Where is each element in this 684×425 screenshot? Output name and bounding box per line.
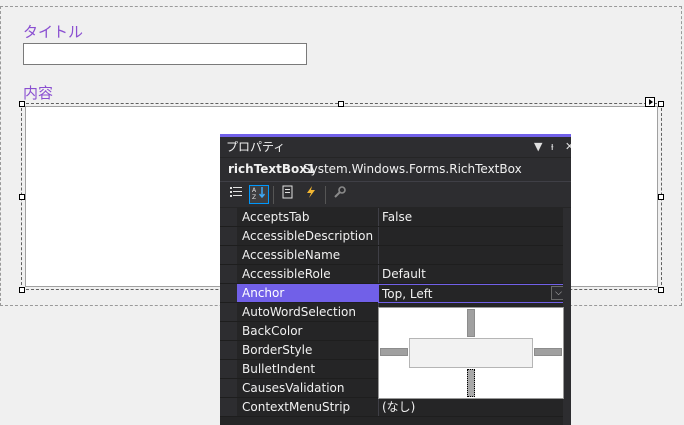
property-name[interactable]: AutoWordSelection (237, 303, 382, 321)
property-name[interactable]: AccessibleName (237, 246, 382, 264)
property-row[interactable]: Anchor Top, Left ⌵ (220, 284, 571, 303)
property-value[interactable]: False (378, 208, 567, 226)
properties-icon[interactable] (278, 185, 298, 204)
title-textbox[interactable] (23, 43, 307, 65)
property-value[interactable] (378, 246, 567, 264)
anchor-right-toggle[interactable] (534, 348, 562, 356)
property-row[interactable]: ContextMenuStrip (なし) (220, 398, 571, 417)
property-row-gutter (220, 265, 237, 283)
resize-handle-bottom-left[interactable] (19, 287, 25, 293)
property-row[interactable]: AccessibleName (220, 246, 571, 265)
anchor-left-toggle[interactable] (380, 348, 408, 356)
property-row-gutter (220, 341, 237, 359)
property-row-gutter (220, 227, 237, 245)
object-type: System.Windows.Forms.RichTextBox (303, 162, 522, 176)
property-name[interactable]: Anchor (237, 284, 382, 302)
property-name[interactable]: ContextMenuStrip (237, 398, 382, 416)
property-row-gutter (220, 246, 237, 264)
property-value[interactable]: Top, Left ⌵ (378, 284, 568, 303)
property-row[interactable]: AcceptsTab False (220, 208, 571, 227)
categorized-icon[interactable] (226, 185, 246, 204)
property-row-gutter (220, 322, 237, 340)
property-row-gutter (220, 284, 237, 302)
property-name[interactable]: BulletIndent (237, 360, 382, 378)
anchor-editor (378, 307, 564, 399)
content-label: 内容 (23, 84, 54, 102)
anchor-top-toggle[interactable] (467, 309, 475, 337)
smart-tag-glyph-icon[interactable] (645, 97, 655, 107)
property-name[interactable]: CausesValidation (237, 379, 382, 397)
events-icon[interactable] (301, 185, 321, 204)
window-position-dropdown-icon[interactable]: ▼ (534, 137, 542, 157)
property-value[interactable]: Default (378, 265, 567, 283)
title-label: タイトル (23, 23, 84, 41)
svg-text:Z: Z (252, 194, 256, 200)
properties-title: プロパティ (226, 140, 286, 154)
toolbar-separator (273, 186, 274, 204)
anchor-bottom-toggle[interactable] (467, 369, 475, 397)
property-name[interactable]: BackColor (237, 322, 382, 340)
property-name[interactable]: BorderStyle (237, 341, 382, 359)
property-value[interactable] (378, 227, 567, 245)
property-row[interactable]: AccessibleDescription (220, 227, 571, 246)
svg-text:A: A (252, 187, 257, 194)
close-icon[interactable]: ✕ (565, 137, 571, 157)
alphabetical-icon[interactable]: AZ (249, 185, 269, 204)
resize-handle-bottom-right[interactable] (658, 287, 664, 293)
property-name[interactable]: AcceptsTab (237, 208, 382, 226)
object-selector[interactable]: richTextBox1 System.Windows.Forms.RichTe… (220, 158, 571, 181)
property-row-gutter (220, 379, 237, 397)
pin-icon[interactable]: ᵼ (551, 137, 553, 157)
resize-handle-top[interactable] (338, 101, 344, 107)
resize-handle-left[interactable] (19, 194, 25, 200)
property-grid-scrollbar[interactable] (563, 208, 571, 425)
resize-handle-right[interactable] (658, 194, 664, 200)
property-row-gutter (220, 360, 237, 378)
anchor-control-preview (409, 338, 533, 368)
property-row-gutter (220, 208, 237, 226)
toolbar-separator (325, 186, 326, 204)
wrench-icon[interactable] (330, 185, 350, 204)
property-name[interactable]: AccessibleDescription (237, 227, 382, 245)
resize-handle-top-right[interactable] (658, 101, 664, 107)
property-row[interactable]: AccessibleRole Default (220, 265, 571, 284)
property-value[interactable]: (なし) (378, 398, 567, 416)
property-row-gutter (220, 398, 237, 416)
properties-titlebar[interactable]: プロパティ ▼ ᵼ ✕ (220, 137, 571, 157)
property-row-gutter (220, 303, 237, 321)
resize-handle-top-left[interactable] (19, 101, 25, 107)
properties-toolbar: AZ (220, 181, 571, 207)
property-name[interactable]: AccessibleRole (237, 265, 382, 283)
